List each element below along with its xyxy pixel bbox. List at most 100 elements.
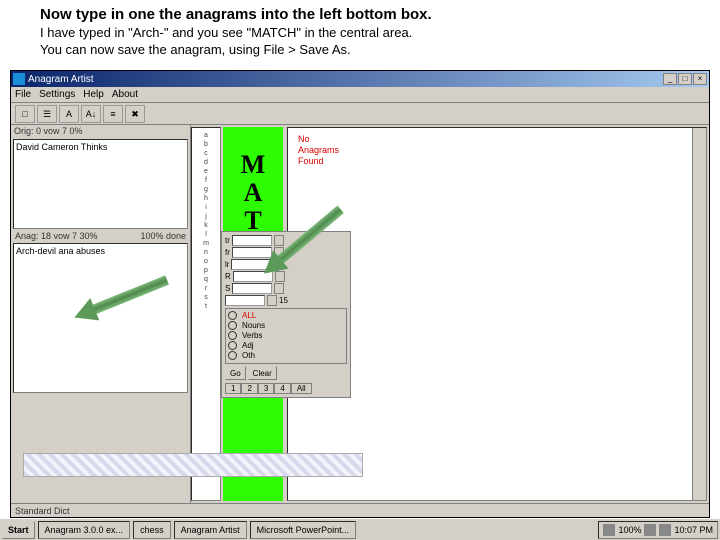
- result-line-1: No: [298, 134, 682, 145]
- wordtype-label[interactable]: Adj: [242, 341, 254, 350]
- alpha-letter: b: [204, 141, 208, 148]
- alpha-letter: n: [204, 249, 208, 256]
- radio-icon[interactable]: [228, 321, 237, 330]
- window-title: Anagram Artist: [28, 74, 94, 85]
- stepper-icon[interactable]: [274, 247, 284, 258]
- alpha-letter: r: [205, 285, 207, 292]
- tab[interactable]: 4: [274, 383, 290, 394]
- tab[interactable]: All: [291, 383, 312, 394]
- alpha-letter: h: [204, 195, 208, 202]
- menu-settings[interactable]: Settings: [39, 89, 75, 100]
- task-item[interactable]: Anagram 3.0.0 ex...: [38, 521, 131, 539]
- done-label: 100% done: [140, 231, 186, 241]
- scrollbar[interactable]: [692, 128, 706, 500]
- alpha-letter: q: [204, 276, 208, 283]
- alpha-letter: k: [204, 222, 208, 229]
- taskbar: Start Anagram 3.0.0 ex... chess Anagram …: [0, 518, 720, 540]
- filter-end-input[interactable]: [225, 295, 265, 306]
- statusbar: Standard Dict: [11, 503, 709, 517]
- system-tray[interactable]: 100% 10:07 PM: [598, 521, 718, 539]
- close-button[interactable]: ×: [693, 73, 707, 85]
- orig-label: Orig: 0 vow 7 0%: [11, 125, 190, 137]
- filter-input[interactable]: [232, 235, 272, 246]
- alpha-letter: l: [205, 231, 207, 238]
- maximize-button[interactable]: □: [678, 73, 692, 85]
- tool-save-icon[interactable]: A: [59, 105, 79, 123]
- wordtype-label[interactable]: Oth: [242, 351, 255, 360]
- tab[interactable]: 1: [225, 383, 241, 394]
- tool-open-icon[interactable]: ☰: [37, 105, 57, 123]
- original-text-value: David Cameron Thinks: [14, 140, 187, 154]
- tab[interactable]: 3: [258, 383, 274, 394]
- radio-icon[interactable]: [228, 311, 237, 320]
- task-item[interactable]: chess: [133, 521, 171, 539]
- result-line-3: Found: [298, 156, 682, 167]
- menubar: File Settings Help About: [11, 87, 709, 103]
- original-text-box[interactable]: David Cameron Thinks: [13, 139, 188, 229]
- filter-label: tr: [225, 236, 230, 245]
- filter-input[interactable]: [231, 259, 271, 270]
- result-line-2: Anagrams: [298, 145, 682, 156]
- filter-label: fr: [225, 248, 230, 257]
- app-icon: [13, 73, 25, 85]
- menu-file[interactable]: File: [15, 89, 31, 100]
- tabs-row: 1234All: [225, 383, 347, 394]
- stepper-icon[interactable]: [274, 235, 284, 246]
- stepper-icon[interactable]: [275, 271, 285, 282]
- anag-label: Anag: 18 vow 7 30%: [15, 231, 98, 241]
- start-button[interactable]: Start: [2, 521, 35, 539]
- task-item[interactable]: Anagram Artist: [174, 521, 247, 539]
- wordtype-label[interactable]: ALL: [242, 311, 256, 320]
- wordtype-label[interactable]: Verbs: [242, 331, 262, 340]
- menu-about[interactable]: About: [112, 89, 138, 100]
- tray-icon[interactable]: [659, 524, 671, 536]
- alpha-letter: p: [204, 267, 208, 274]
- alpha-letter: a: [204, 132, 208, 139]
- minimize-button[interactable]: _: [663, 73, 677, 85]
- match-letter: A: [244, 179, 263, 207]
- tool-az-icon[interactable]: A↓: [81, 105, 101, 123]
- titlebar[interactable]: Anagram Artist _ □ ×: [11, 71, 709, 87]
- stepper-icon[interactable]: [274, 283, 284, 294]
- radio-icon[interactable]: [228, 331, 237, 340]
- tray-icon[interactable]: [644, 524, 656, 536]
- filter-label: S: [225, 284, 230, 293]
- wordtype-label[interactable]: Nouns: [242, 321, 265, 330]
- filter-panel: trfrlrRS 15 ALLNounsVerbsAdjOth Go Clear…: [221, 231, 351, 398]
- alpha-letter: g: [204, 186, 208, 193]
- filter-input[interactable]: [233, 271, 273, 282]
- match-letter: M: [241, 151, 266, 179]
- tool-exit-icon[interactable]: ✖: [125, 105, 145, 123]
- tray-icon[interactable]: [603, 524, 615, 536]
- stepper-icon[interactable]: [273, 259, 283, 270]
- wordtype-group: ALLNounsVerbsAdjOth: [225, 308, 347, 364]
- radio-icon[interactable]: [228, 341, 237, 350]
- stepper-icon[interactable]: [267, 295, 277, 306]
- tab[interactable]: 2: [241, 383, 257, 394]
- go-button[interactable]: Go: [225, 366, 246, 380]
- tool-new-icon[interactable]: □: [15, 105, 35, 123]
- task-item[interactable]: Microsoft PowerPoint...: [250, 521, 357, 539]
- menu-help[interactable]: Help: [83, 89, 104, 100]
- app-window: Anagram Artist _ □ × File Settings Help …: [10, 70, 710, 518]
- alpha-letter: f: [205, 177, 207, 184]
- tool-lang-icon[interactable]: ≡: [103, 105, 123, 123]
- zoom-level: 100%: [618, 525, 641, 535]
- alpha-letter: m: [203, 240, 209, 247]
- filter-input[interactable]: [232, 247, 272, 258]
- anagram-text-box[interactable]: Arch-devil ana abuses: [13, 243, 188, 393]
- checker-strip: [23, 453, 363, 477]
- anagram-text-value: Arch-devil ana abuses: [14, 244, 187, 258]
- filter-end-val: 15: [279, 296, 288, 305]
- status-text: Standard Dict: [15, 506, 70, 516]
- toolbar: □ ☰ A A↓ ≡ ✖: [11, 103, 709, 125]
- radio-icon[interactable]: [228, 351, 237, 360]
- alpha-letter: s: [204, 294, 208, 301]
- clear-button[interactable]: Clear: [248, 366, 277, 380]
- alpha-letter: e: [204, 168, 208, 175]
- filter-input[interactable]: [232, 283, 272, 294]
- clock: 10:07 PM: [674, 525, 713, 535]
- alpha-letter: d: [204, 159, 208, 166]
- alpha-letter: o: [204, 258, 208, 265]
- alpha-letter: j: [205, 213, 207, 220]
